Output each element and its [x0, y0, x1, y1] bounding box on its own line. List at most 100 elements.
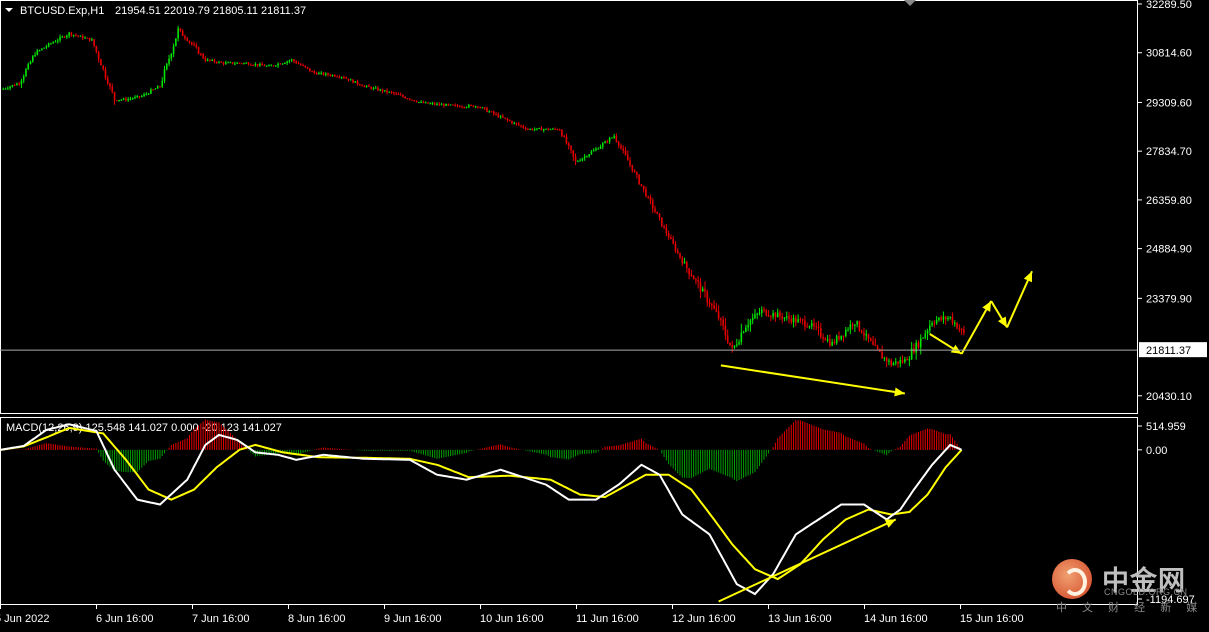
candle-body — [193, 44, 195, 46]
candle-body — [327, 73, 329, 75]
candle-body — [122, 98, 125, 100]
candle-body — [772, 312, 774, 317]
candle-body — [338, 76, 341, 78]
candle-body — [890, 360, 893, 366]
candle-body — [150, 89, 152, 94]
time-axis-label: 6 Jun 16:00 — [96, 613, 154, 625]
candle-body — [222, 62, 225, 64]
candle-body — [129, 98, 132, 100]
candle-body — [231, 62, 234, 64]
candle-body — [722, 319, 724, 326]
candle-body — [322, 72, 325, 75]
candle-body — [488, 111, 491, 113]
candle-body — [915, 342, 917, 353]
candle-body — [858, 321, 861, 331]
candle-body — [688, 268, 690, 275]
candle-body — [415, 101, 418, 103]
candle-body — [867, 333, 870, 339]
candle-body — [799, 319, 802, 321]
candle-body — [274, 65, 277, 67]
candle-body — [138, 96, 141, 98]
candle-body — [810, 323, 813, 327]
candle-body — [835, 335, 838, 344]
candle-body — [472, 105, 475, 107]
candle-body — [75, 34, 77, 36]
candle-body — [395, 93, 397, 95]
candle-body — [295, 61, 298, 64]
candle-body — [658, 214, 661, 218]
watermark-url: CNGOLD.ORG.CN — [1104, 587, 1188, 597]
candle-body — [749, 320, 752, 326]
candle-body — [844, 329, 847, 337]
candle-body — [897, 361, 899, 364]
candle-body — [892, 363, 895, 366]
candle-body — [901, 360, 904, 362]
candle-body — [813, 323, 815, 326]
candle-body — [517, 123, 520, 126]
candle-body — [465, 107, 468, 109]
candle-body — [211, 59, 213, 61]
candle-body — [486, 107, 488, 113]
candle-body — [751, 317, 754, 321]
candle-body — [131, 98, 134, 100]
candle-body — [36, 50, 39, 55]
candle-body — [240, 63, 243, 65]
candle-body — [640, 184, 643, 186]
candle-body — [874, 344, 877, 347]
candle-body — [331, 75, 334, 77]
candle-body — [690, 274, 693, 277]
candle-body — [611, 137, 613, 139]
candle-body — [243, 62, 245, 64]
candle-body — [708, 302, 711, 305]
time-axis-label: 14 Jun 16:00 — [864, 613, 928, 625]
candle-body — [154, 88, 157, 90]
candle-body — [111, 86, 114, 93]
candle-body — [904, 359, 906, 362]
candle-body — [574, 156, 577, 162]
candle-body — [676, 250, 679, 253]
candle-body — [956, 322, 958, 329]
candle-body — [577, 161, 579, 163]
candle-body — [290, 59, 293, 61]
candle-body — [361, 85, 363, 87]
candle-body — [368, 85, 370, 87]
candle-body — [681, 257, 684, 264]
candle-body — [745, 327, 747, 332]
candle-body — [549, 129, 552, 131]
candle-body — [45, 46, 48, 48]
candle-body — [615, 136, 618, 142]
candle-body — [418, 101, 420, 103]
candle-body — [826, 339, 829, 341]
candle-body — [715, 308, 718, 312]
candle-body — [84, 37, 86, 39]
current-price-label: 21811.37 — [1146, 345, 1191, 357]
candle-body — [293, 59, 295, 62]
candle-body — [538, 128, 541, 130]
candle-body — [165, 63, 168, 70]
candle-body — [940, 317, 942, 320]
candle-body — [492, 111, 495, 114]
candle-body — [68, 32, 70, 36]
candle-body — [788, 316, 790, 319]
candle-body — [713, 305, 715, 309]
candle-body — [377, 87, 379, 91]
candle-body — [938, 317, 940, 320]
candle-body — [349, 79, 352, 81]
candle-body — [306, 67, 309, 69]
candle-body — [104, 69, 107, 78]
candle-body — [586, 156, 588, 158]
candle-body — [79, 35, 82, 37]
candle-body — [820, 328, 822, 337]
candle-body — [495, 113, 497, 115]
candle-body — [765, 309, 768, 316]
candle-body — [949, 316, 952, 318]
candle-body — [663, 226, 665, 228]
candle-body — [869, 338, 872, 342]
candle-body — [885, 357, 888, 362]
candle-body — [386, 90, 388, 93]
candle-body — [66, 35, 68, 38]
candle-body — [951, 316, 954, 324]
candle-body — [16, 83, 18, 86]
candle-body — [343, 76, 345, 78]
candle-body — [856, 321, 858, 325]
